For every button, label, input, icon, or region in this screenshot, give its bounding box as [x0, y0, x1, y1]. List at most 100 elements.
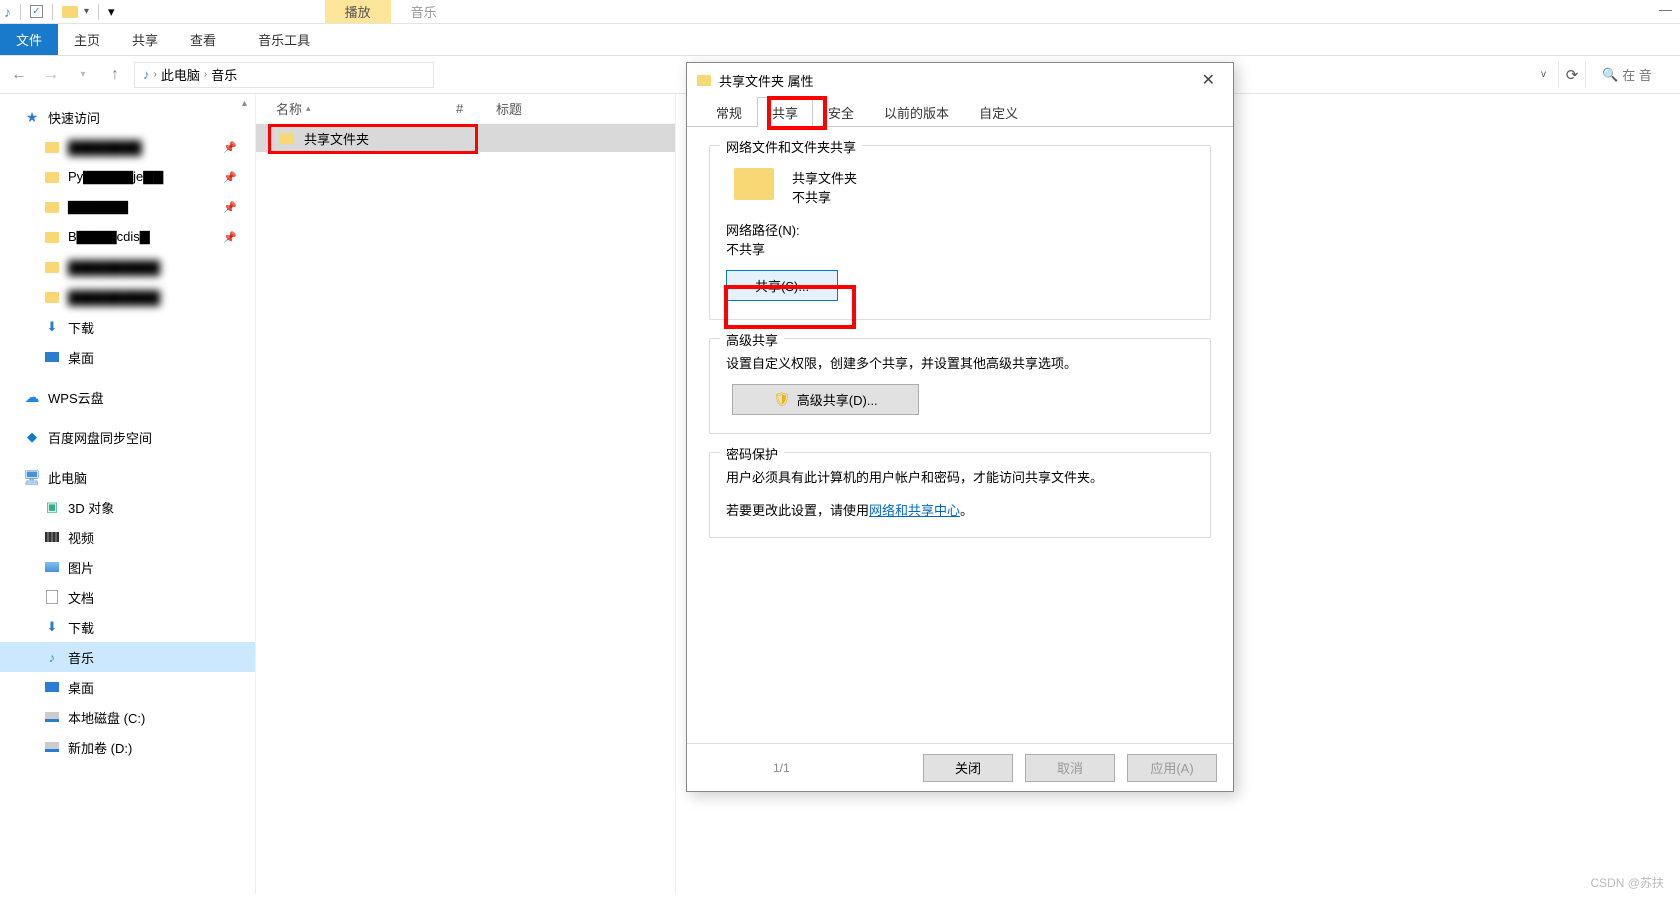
tree-label: 百度网盘同步空间 [48, 428, 152, 447]
tab-sharing[interactable]: 共享 [757, 97, 813, 127]
tab-music-tools[interactable]: 音乐工具 [242, 24, 326, 55]
tree-pinned-item[interactable]: ██████████ [0, 252, 255, 282]
share-button[interactable]: 共享(S)... [726, 270, 838, 301]
group-password-protect: 密码保护 用户必须具有此计算机的用户帐户和密码，才能访问共享文件夹。 若要更改此… [709, 452, 1211, 538]
tree-label: ████████ [68, 140, 142, 155]
search-placeholder: 在 音 [1622, 65, 1652, 84]
col-name[interactable]: 名称▴ [276, 99, 456, 118]
col-hash[interactable]: # [456, 101, 496, 116]
recent-dropdown[interactable]: ▾ [70, 62, 96, 88]
file-row[interactable]: 共享文件夹 [256, 124, 675, 152]
refresh-button[interactable]: ⟳ [1558, 62, 1586, 88]
tree-pinned-item[interactable]: Py▇▇▇▇▇je▇▇📌 [0, 162, 255, 192]
tree-pinned-item[interactable]: ██████████ [0, 282, 255, 312]
tree-label: ██████████ [68, 290, 160, 305]
window-controls: — [1659, 2, 1672, 17]
apply-button[interactable]: 应用(A) [1127, 754, 1217, 782]
tree-label: WPS云盘 [48, 388, 104, 407]
tree-downloads[interactable]: ⬇下载 [0, 312, 255, 342]
tree-desktop2[interactable]: 桌面 [0, 672, 255, 702]
folder-icon [45, 202, 59, 213]
file-list: 名称▴ # 标题 共享文件夹 [256, 94, 676, 894]
dialog-titlebar[interactable]: 共享文件夹 属性 ✕ [687, 63, 1233, 97]
password-desc2: 若要更改此设置，请使用网络和共享中心。 [726, 500, 1194, 519]
tab-share[interactable]: 共享 [116, 24, 174, 55]
properties-dialog: 共享文件夹 属性 ✕ 常规 共享 安全 以前的版本 自定义 网络文件和文件夹共享… [686, 62, 1234, 792]
folder-icon [45, 172, 59, 183]
ribbon-tabs: 文件 主页 共享 查看 音乐工具 [0, 24, 1680, 56]
tab-file[interactable]: 文件 [0, 24, 58, 55]
tab-home[interactable]: 主页 [58, 24, 116, 55]
tree-documents[interactable]: 文档 [0, 582, 255, 612]
disk-icon [45, 712, 59, 722]
tree-label: 图片 [68, 558, 94, 577]
address-dropdown[interactable]: v [1537, 65, 1550, 84]
forward-button[interactable]: → [38, 62, 64, 88]
search-icon: 🔍 [1602, 67, 1618, 83]
column-headers: 名称▴ # 标题 [256, 94, 675, 124]
col-title[interactable]: 标题 [496, 99, 522, 118]
tab-view[interactable]: 查看 [174, 24, 232, 55]
tree-label: 下载 [68, 618, 94, 637]
button-label: 高级共享(D)... [797, 390, 878, 409]
tree-label: B▇▇▇▇cdis▇ [68, 229, 150, 245]
network-center-link[interactable]: 网络和共享中心 [869, 503, 960, 518]
tab-customize[interactable]: 自定义 [964, 97, 1033, 127]
dialog-close-button[interactable]: ✕ [1194, 66, 1223, 94]
star-icon: ★ [24, 109, 40, 126]
tab-general[interactable]: 常规 [701, 97, 757, 127]
tree-desktop[interactable]: 桌面 [0, 342, 255, 372]
tree-label: 文档 [68, 588, 94, 607]
qat-dropdown-icon[interactable]: ▾ [84, 6, 89, 17]
context-label-music: 音乐 [411, 2, 437, 21]
tree-disk-d[interactable]: 新加卷 (D:) [0, 732, 255, 762]
tree-videos[interactable]: 视频 [0, 522, 255, 552]
tab-security[interactable]: 安全 [813, 97, 869, 127]
tree-this-pc[interactable]: 🖥此电脑 [0, 462, 255, 492]
overflow-label: ▾ [108, 4, 115, 20]
advanced-desc: 设置自定义权限，创建多个共享，并设置其他高级共享选项。 [726, 353, 1194, 372]
cancel-button[interactable]: 取消 [1025, 754, 1115, 782]
folder-icon [45, 292, 59, 303]
tree-downloads2[interactable]: ⬇下载 [0, 612, 255, 642]
breadcrumb-music[interactable]: 音乐 [211, 65, 237, 84]
close-button[interactable]: 关闭 [923, 754, 1013, 782]
advanced-share-button[interactable]: 🛡 高级共享(D)... [732, 384, 919, 415]
pin-icon: 📌 [223, 231, 237, 244]
shield-icon: 🛡 [773, 391, 791, 408]
chevron-right-icon: › [204, 69, 207, 80]
context-tab-play[interactable]: 播放 [325, 0, 391, 23]
chevron-right-icon: › [154, 69, 157, 80]
tree-label: 桌面 [68, 348, 94, 367]
tree-pinned-item[interactable]: B▇▇▇▇cdis▇ 📌 [0, 222, 255, 252]
disk-icon [45, 742, 59, 752]
checkbox-icon[interactable]: ✓ [30, 5, 43, 18]
tree-pictures[interactable]: 图片 [0, 552, 255, 582]
tree-disk-c[interactable]: 本地磁盘 (C:) [0, 702, 255, 732]
folder-icon [45, 142, 59, 153]
tree-pinned-item[interactable]: ▇▇▇▇▇▇📌 [0, 192, 255, 222]
tree-3d-objects[interactable]: ▣3D 对象 [0, 492, 255, 522]
quick-access-toolbar: ♪ ✓ ▾ ▾ [4, 4, 115, 20]
breadcrumb[interactable]: ♪ › 此电脑 › 音乐 [134, 62, 434, 88]
up-button[interactable]: ↑ [102, 62, 128, 88]
minimize-button[interactable]: — [1659, 2, 1672, 17]
tab-previous-versions[interactable]: 以前的版本 [869, 97, 964, 127]
tree-baidu[interactable]: ◆百度网盘同步空间 [0, 422, 255, 452]
back-button[interactable]: ← [6, 62, 32, 88]
tree-music[interactable]: ♪音乐 [0, 642, 255, 672]
cube-icon: ▣ [44, 499, 60, 515]
col-label: 名称 [276, 99, 302, 118]
search-box[interactable]: 🔍 在 音 [1594, 65, 1674, 84]
tree-label: 视频 [68, 528, 94, 547]
tree-label: Py▇▇▇▇▇je▇▇ [68, 169, 163, 185]
dialog-footer: 1/1 关闭 取消 应用(A) [687, 743, 1233, 791]
tree-pinned-item[interactable]: ████████📌 [0, 132, 255, 162]
scroll-up-icon[interactable]: ▴ [242, 98, 247, 109]
tree-label: 此电脑 [48, 468, 87, 487]
tree-wps[interactable]: ☁WPS云盘 [0, 382, 255, 412]
tree-quick-access[interactable]: ★ 快速访问 [0, 102, 255, 132]
breadcrumb-pc[interactable]: 此电脑 [161, 65, 200, 84]
watermark: CSDN @苏扶 [1590, 874, 1664, 891]
folder-icon [697, 75, 711, 86]
